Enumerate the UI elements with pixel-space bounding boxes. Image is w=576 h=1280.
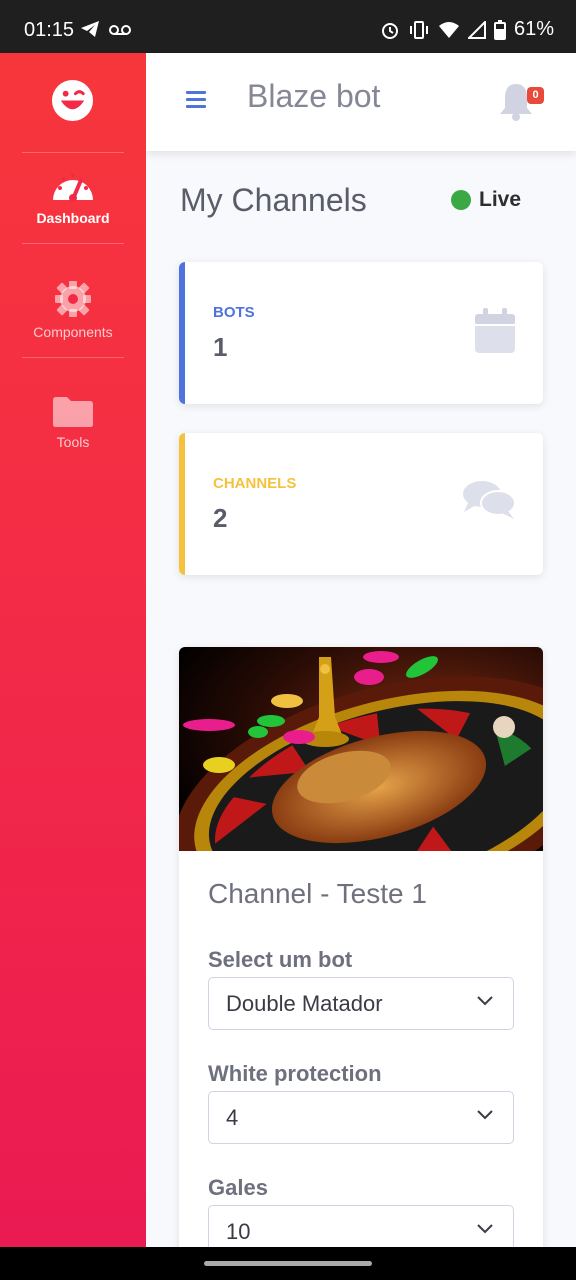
select-bot-label: Select um bot <box>208 947 353 972</box>
telegram-icon <box>81 21 99 37</box>
alarm-icon <box>381 22 398 39</box>
roulette-image <box>179 647 543 851</box>
gales-label: Gales <box>208 1175 268 1200</box>
wifi-icon <box>438 21 459 38</box>
brand-logo-icon[interactable] <box>51 79 94 122</box>
gales-dropdown[interactable]: 10 <box>208 1205 514 1247</box>
live-indicator-icon <box>451 190 471 210</box>
status-bar: 01:15 61% <box>0 0 576 53</box>
channel-card: Channel - Teste 1 Select um bot Double M… <box>179 647 543 1247</box>
stat-label: BOTS <box>213 304 255 321</box>
live-status: Live <box>451 188 521 212</box>
calendar-icon <box>475 308 515 353</box>
sidebar-item-tools[interactable]: Tools <box>0 396 146 450</box>
comments-icon <box>463 481 516 519</box>
topbar: Blaze bot 0 <box>146 53 576 151</box>
stat-card-bots: BOTS 1 <box>179 262 543 404</box>
voicemail-icon <box>109 25 131 35</box>
tachometer-icon <box>53 173 93 202</box>
notification-badge: 0 <box>527 87 544 104</box>
chevron-down-icon <box>477 996 493 1006</box>
stat-value: 1 <box>213 332 228 362</box>
app-title: Blaze bot <box>247 78 381 114</box>
sidebar-item-components[interactable]: Components <box>0 280 146 340</box>
page-title: My Channels <box>180 182 367 218</box>
gear-icon <box>55 281 91 317</box>
stat-label: CHANNELS <box>213 475 297 492</box>
battery-percentage: 61% <box>513 18 554 40</box>
chevron-down-icon <box>477 1224 493 1234</box>
white-protection-label: White protection <box>208 1061 382 1086</box>
sidebar-divider <box>22 152 124 153</box>
live-label: Live <box>479 188 522 211</box>
sidebar-item-label: Components <box>33 324 113 340</box>
system-nav-bar <box>0 1247 576 1280</box>
main-content: Blaze bot 0 My Channels Live BOTS 1 CHAN… <box>146 53 576 1247</box>
battery-icon <box>493 19 506 40</box>
white-protection-value: 4 <box>226 1105 239 1130</box>
white-protection-dropdown[interactable]: 4 <box>208 1091 514 1144</box>
sidebar-item-label: Dashboard <box>36 210 110 226</box>
card-accent <box>179 433 185 575</box>
sidebar: Dashboard Components Tools <box>0 53 146 1247</box>
sidebar-item-label: Tools <box>56 434 90 450</box>
chevron-down-icon <box>477 1110 493 1120</box>
vibrate-icon <box>409 20 428 39</box>
select-bot-value: Double Matador <box>226 991 383 1016</box>
menu-toggle-icon[interactable] <box>186 91 206 109</box>
signal-icon <box>467 20 486 39</box>
status-time: 01:15 <box>24 19 75 41</box>
stat-card-channels: CHANNELS 2 <box>179 433 543 575</box>
card-accent <box>179 262 185 404</box>
folder-icon <box>53 397 93 427</box>
channel-title: Channel - Teste 1 <box>208 878 427 909</box>
sidebar-divider <box>22 357 124 358</box>
sidebar-divider <box>22 243 124 244</box>
select-bot-dropdown[interactable]: Double Matador <box>208 977 514 1030</box>
stat-value: 2 <box>213 503 228 533</box>
gales-value: 10 <box>226 1219 251 1244</box>
home-gesture-handle[interactable] <box>204 1261 372 1266</box>
sidebar-item-dashboard[interactable]: Dashboard <box>0 166 146 226</box>
